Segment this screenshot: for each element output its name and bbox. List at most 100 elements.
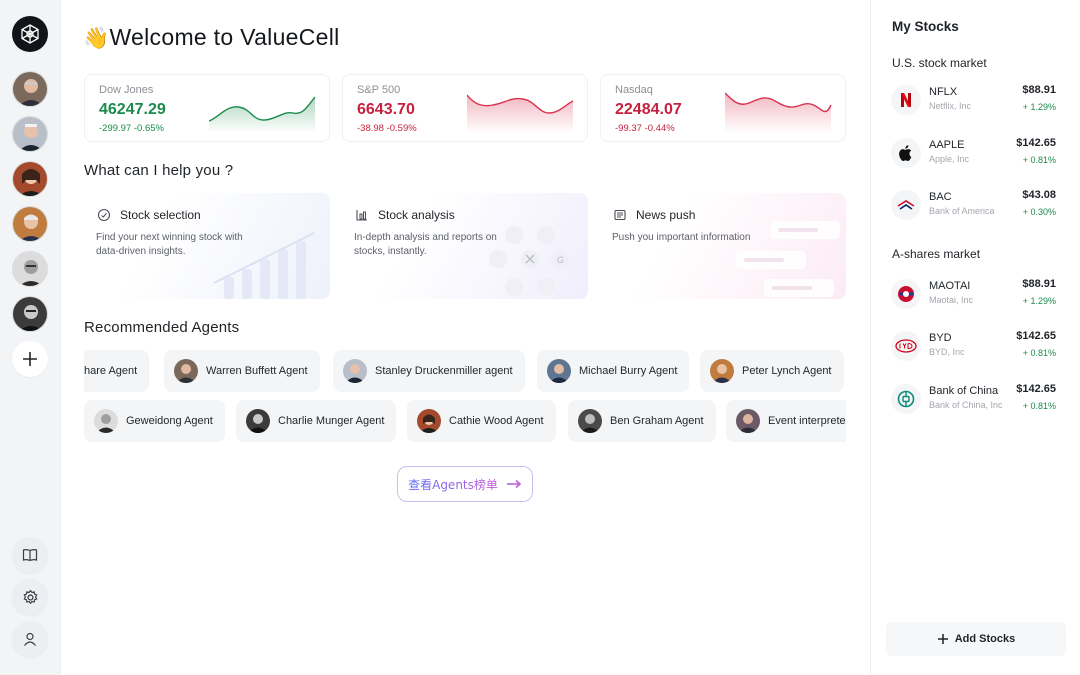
add-stocks-button[interactable]: Add Stocks bbox=[886, 622, 1066, 656]
index-name: S&P 500 bbox=[357, 84, 401, 96]
agent-chip-label: Event interprete bbox=[768, 415, 846, 427]
book-icon bbox=[22, 549, 38, 562]
index-card-dow-jones[interactable]: Dow Jones 46247.29 -299.97 -0.65% bbox=[84, 74, 330, 142]
help-card-title: News push bbox=[636, 208, 696, 222]
agent-chip-label: Ben Graham Agent bbox=[610, 415, 704, 427]
agent-avatar-4[interactable] bbox=[12, 206, 48, 242]
stock-item-bac[interactable]: BAC Bank of America $43.08 + 0.30% bbox=[891, 188, 1061, 224]
avatar bbox=[343, 359, 367, 383]
index-card-sp500[interactable]: S&P 500 6643.70 -38.98 -0.59% bbox=[342, 74, 588, 142]
stock-change: + 0.81% bbox=[1022, 348, 1056, 358]
stock-item-aaple[interactable]: AAPLE Apple, Inc $142.65 + 0.81% bbox=[891, 136, 1061, 172]
help-card-title: Stock selection bbox=[120, 208, 201, 222]
agent-avatar-6[interactable] bbox=[12, 296, 48, 332]
index-name: Nasdaq bbox=[615, 84, 653, 96]
help-card-stock-analysis[interactable]: G Stock analysis In-depth analysis and r… bbox=[342, 193, 588, 299]
left-rail bbox=[0, 0, 61, 675]
index-change: -99.37 -0.44% bbox=[615, 123, 675, 134]
docs-button[interactable] bbox=[12, 537, 48, 573]
index-value: 6643.70 bbox=[357, 101, 415, 118]
bank-of-china-logo-icon bbox=[891, 384, 921, 414]
index-change-value: -299.97 bbox=[99, 123, 132, 134]
arrow-right-icon bbox=[506, 479, 522, 489]
avatar bbox=[94, 409, 118, 433]
agent-avatar-1[interactable] bbox=[12, 71, 48, 107]
stock-item-nflx[interactable]: NFLX Netflix, Inc $88.91 + 1.29% bbox=[891, 83, 1061, 119]
agent-chip-label: Warren Buffett Agent bbox=[206, 365, 308, 377]
agent-chip[interactable]: hare Agent bbox=[84, 350, 150, 392]
agent-avatar-3[interactable] bbox=[12, 161, 48, 197]
stock-company: BYD, Inc bbox=[929, 347, 965, 357]
settings-button[interactable] bbox=[12, 579, 48, 615]
profile-button[interactable] bbox=[12, 621, 48, 657]
avatar bbox=[710, 359, 734, 383]
agent-avatar-5[interactable] bbox=[12, 251, 48, 287]
agents-ranking-label: 查看Agents榜单 bbox=[408, 477, 498, 492]
add-agent-button[interactable] bbox=[12, 341, 48, 377]
agent-chip[interactable]: Geweidong Agent bbox=[84, 400, 225, 442]
stock-symbol: Bank of China bbox=[929, 385, 999, 397]
index-value: 22484.07 bbox=[615, 101, 682, 118]
welcome-title: Welcome to ValueCell bbox=[109, 24, 340, 50]
help-card-description: Push you important information bbox=[612, 232, 751, 243]
stock-symbol: BAC bbox=[929, 191, 952, 203]
help-card-header: Stock analysis bbox=[354, 207, 455, 223]
add-stocks-label: Add Stocks bbox=[954, 633, 1016, 645]
avatar bbox=[417, 409, 441, 433]
agent-chip[interactable]: Warren Buffett Agent bbox=[164, 350, 320, 392]
index-value: 46247.29 bbox=[99, 101, 166, 118]
stock-item-byd[interactable]: BYD BYD, Inc $142.65 + 0.81% bbox=[891, 329, 1061, 365]
avatar bbox=[174, 359, 198, 383]
news-icon bbox=[612, 207, 628, 223]
netflix-logo-icon bbox=[891, 85, 921, 115]
waving-hand-icon: 👋 bbox=[83, 27, 110, 50]
agent-chip[interactable]: Ben Graham Agent bbox=[568, 400, 716, 442]
index-name: Dow Jones bbox=[99, 84, 154, 96]
maotai-logo-icon bbox=[891, 279, 921, 309]
my-stocks-title: My Stocks bbox=[892, 19, 959, 34]
agents-heading: Recommended Agents bbox=[84, 319, 240, 336]
a-shares-heading: A-shares market bbox=[892, 247, 981, 261]
stock-change: + 1.29% bbox=[1022, 296, 1056, 306]
stock-change: + 0.30% bbox=[1022, 207, 1056, 217]
logo-icon bbox=[21, 24, 39, 44]
chart-icon bbox=[354, 207, 370, 223]
us-market-heading: U.S. stock market bbox=[892, 56, 987, 70]
stock-item-bank-of-china[interactable]: Bank of China Bank of China, Inc $142.65… bbox=[891, 382, 1061, 418]
help-card-header: Stock selection bbox=[96, 207, 201, 223]
gear-icon bbox=[23, 589, 37, 604]
stock-change: + 0.81% bbox=[1022, 401, 1056, 411]
bank-of-america-logo-icon bbox=[891, 190, 921, 220]
index-sparkline bbox=[209, 96, 316, 133]
agent-chip[interactable]: Michael Burry Agent bbox=[537, 350, 690, 392]
agent-chip[interactable]: Event interprete bbox=[726, 400, 846, 442]
agent-chip-label: Cathie Wood Agent bbox=[449, 415, 544, 427]
help-card-description: In-depth analysis and reports on stocks,… bbox=[354, 232, 497, 257]
stock-company: Apple, Inc bbox=[929, 154, 970, 164]
avatar bbox=[578, 409, 602, 433]
apple-logo-icon bbox=[891, 138, 921, 168]
index-change: -38.98 -0.59% bbox=[357, 123, 417, 134]
agent-chip[interactable]: Stanley Druckenmiller agent bbox=[333, 350, 525, 392]
agents-ranking-button[interactable]: 查看Agents榜单 bbox=[397, 466, 533, 502]
help-card-stock-selection[interactable]: Stock selection Find your next winning s… bbox=[84, 193, 330, 299]
avatar bbox=[246, 409, 270, 433]
help-card-news-push[interactable]: News push Push you important information bbox=[600, 193, 846, 299]
agent-chip[interactable]: Peter Lynch Agent bbox=[700, 350, 844, 392]
index-card-nasdaq[interactable]: Nasdaq 22484.07 -99.37 -0.44% bbox=[600, 74, 846, 142]
stock-price: $142.65 bbox=[1016, 330, 1056, 342]
valuecell-logo[interactable] bbox=[12, 16, 48, 52]
stock-symbol: AAPLE bbox=[929, 139, 965, 151]
stock-item-maotai[interactable]: MAOTAI Maotai, Inc $88.91 + 1.29% bbox=[891, 277, 1061, 313]
index-change: -299.97 -0.65% bbox=[99, 123, 164, 134]
agent-avatar-2[interactable] bbox=[12, 116, 48, 152]
plus-icon bbox=[23, 352, 37, 366]
index-change-value: -38.98 bbox=[357, 123, 384, 134]
stock-price: $88.91 bbox=[1022, 84, 1056, 96]
app-root: 👋Welcome to ValueCell Dow Jones 46247.29… bbox=[0, 0, 1080, 675]
agent-chip[interactable]: Cathie Wood Agent bbox=[407, 400, 556, 442]
agent-chip-label: Geweidong Agent bbox=[126, 415, 213, 427]
stock-symbol: MAOTAI bbox=[929, 280, 971, 292]
stock-price: $142.65 bbox=[1016, 137, 1056, 149]
agent-chip[interactable]: Charlie Munger Agent bbox=[236, 400, 397, 442]
